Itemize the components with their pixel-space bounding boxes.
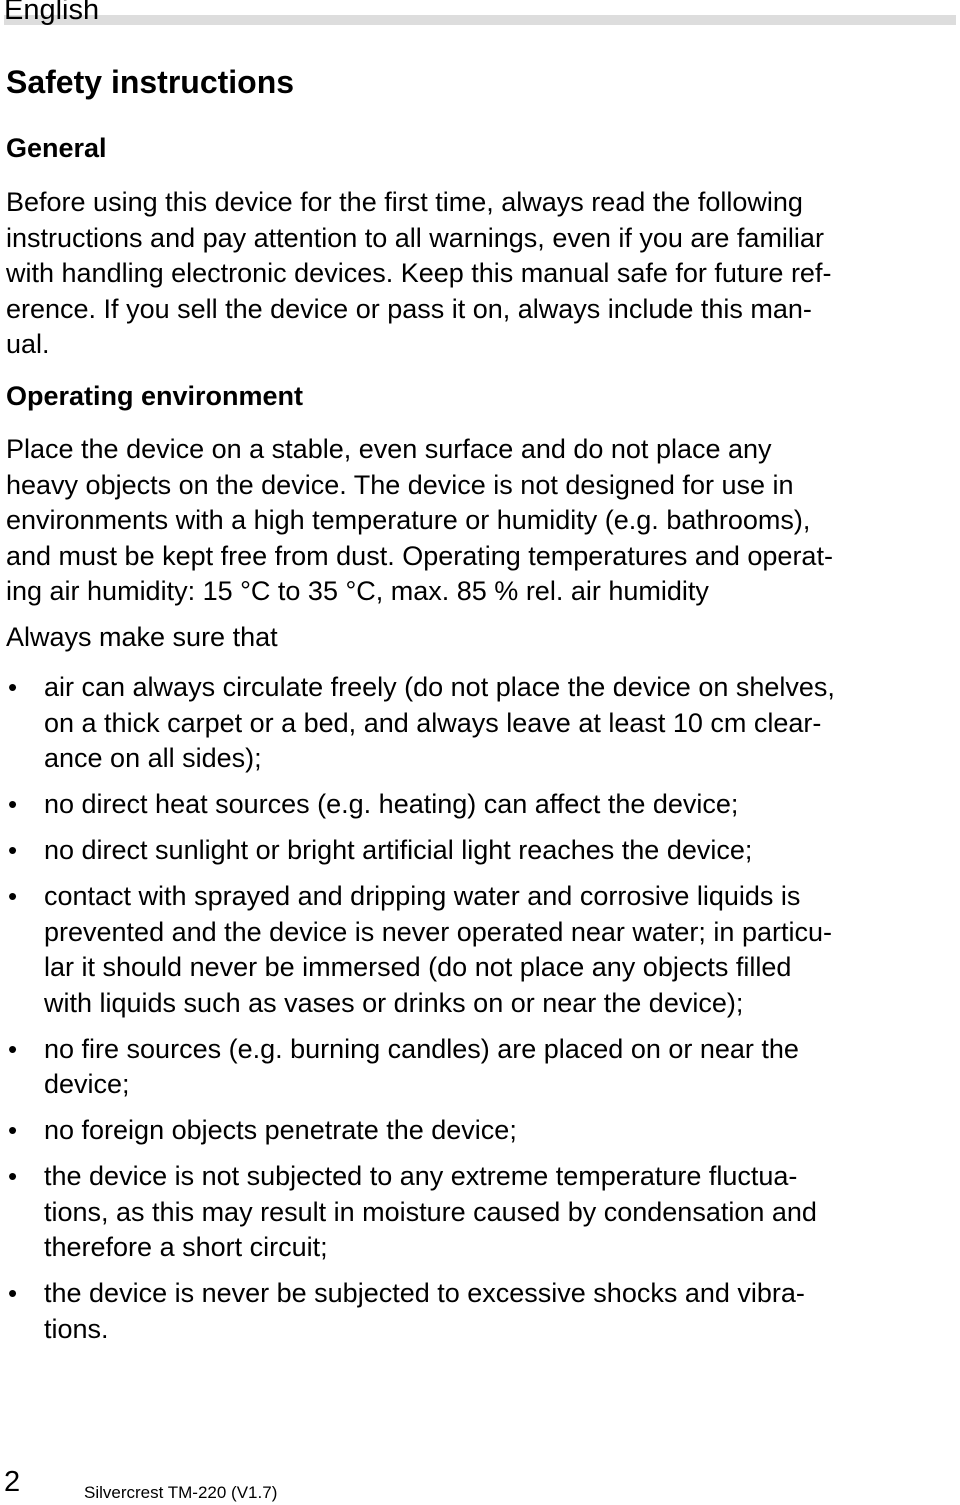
footer-model: Silvercrest TM-220 (V1.7) [84, 1483, 278, 1502]
bullet-icon: • [8, 835, 18, 865]
list-item: • no direct sunlight or bright artificial… [0, 833, 960, 869]
operating-environment-paragraph: Place the device on a stable, even surfa… [6, 434, 833, 606]
bullet-icon: • [8, 789, 18, 819]
list-item: • air can always circulate freely (do not… [0, 670, 960, 777]
list-item-text: the device is never be subjected to exce… [44, 1278, 805, 1344]
bullet-icon: • [8, 1278, 18, 1308]
general-paragraph: Before using this device for the first t… [6, 187, 832, 359]
always-make-sure-intro: Always make sure that [6, 622, 278, 652]
list-item-text: no direct sunlight or bright artificial … [44, 835, 753, 865]
list-item: • the device is never be subjected to exc… [0, 1276, 960, 1347]
list-item-text: no direct heat sources (e.g. heating) ca… [44, 789, 739, 819]
header-bar [4, 15, 956, 25]
page-title: Safety instructions [6, 64, 295, 100]
list-item-text: air can always circulate freely (do not … [44, 672, 835, 773]
list-item: • no fire sources (e.g. burning candles) … [0, 1032, 960, 1103]
section-heading-general: General [6, 133, 107, 163]
list-item-text: no foreign objects penetrate the device; [44, 1115, 517, 1145]
list-item-text: no fire sources (e.g. burning candles) a… [44, 1033, 799, 1100]
list-item: • the device is not subjected to any extr… [0, 1159, 960, 1266]
bullet-icon: • [8, 1161, 18, 1191]
safety-bullet-list: • air can always circulate freely (do not… [0, 670, 960, 1358]
bullet-icon: • [8, 1033, 18, 1064]
list-item-text: the device is not subjected to any extre… [44, 1161, 817, 1262]
bullet-icon: • [8, 1115, 18, 1145]
bullet-icon: • [8, 881, 18, 911]
list-item: • no foreign objects penetrate the device… [0, 1113, 960, 1149]
list-item: • contact with sprayed and dripping water… [0, 879, 960, 1021]
list-item-text: contact with sprayed and dripping water … [44, 881, 832, 1018]
list-item: • no direct heat sources (e.g. heating) c… [0, 787, 960, 823]
page-number: 2 [4, 1466, 21, 1498]
header-language: English [4, 0, 100, 26]
bullet-icon: • [8, 672, 18, 702]
section-heading-operating-environment: Operating environment [6, 381, 304, 411]
